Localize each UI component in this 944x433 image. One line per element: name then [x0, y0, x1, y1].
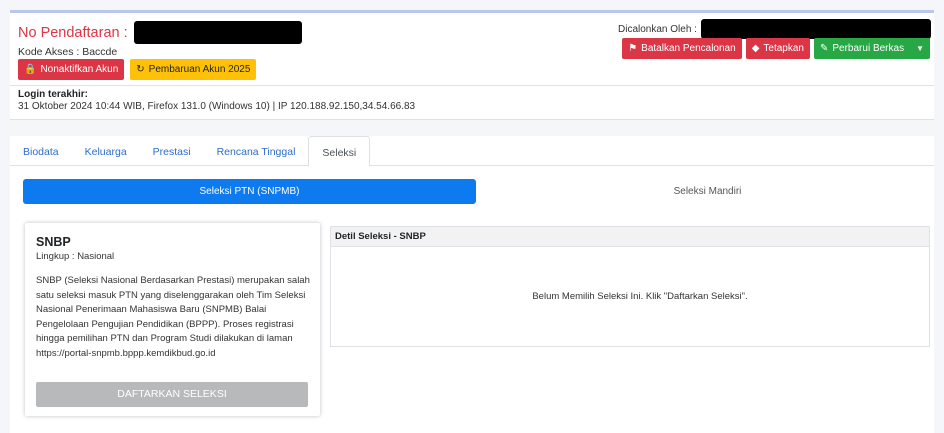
lock-icon: 🔒 — [24, 64, 37, 75]
caret-down-icon: ▼ — [916, 44, 924, 53]
account-actions: 🔒 Nonaktifkan Akun ↻ Pembaruan Akun 2025 — [18, 59, 257, 80]
main-tabs: Biodata Keluarga Prestasi Rencana Tingga… — [10, 136, 934, 167]
update-files-button[interactable]: ✎ Perbarui Berkas ▼ — [813, 38, 930, 59]
set-button[interactable]: ◆ Tetapkan — [745, 38, 810, 59]
registration-number-label: No Pendaftaran : — [18, 24, 128, 41]
redacted-registration-number — [133, 21, 302, 44]
snbp-scope: Lingkup : Nasional — [36, 251, 115, 262]
update-files-label: Perbarui Berkas — [832, 43, 905, 54]
tab-seleksi[interactable]: Seleksi — [308, 136, 371, 167]
last-login-title: Login terakhir: — [18, 89, 89, 100]
header-divider — [10, 85, 934, 86]
pencil-icon: ✎ — [819, 43, 829, 54]
registration-number-row: No Pendaftaran : — [18, 21, 302, 44]
update-account-label: Pembaruan Akun 2025 — [148, 64, 251, 75]
snbp-card: SNBP Lingkup : Nasional SNBP (Seleksi Na… — [25, 223, 320, 416]
deactivate-account-label: Nonaktifkan Akun — [40, 64, 119, 75]
tab-biodata[interactable]: Biodata — [10, 136, 72, 166]
tag-icon: ◆ — [751, 43, 760, 54]
snbp-title: SNBP — [36, 235, 71, 249]
cancel-nomination-button[interactable]: ⚑ Batalkan Pencalonan — [622, 38, 742, 59]
selection-detail-title: Detil Seleksi - SNBP — [331, 227, 929, 247]
sync-icon: ↻ — [136, 64, 145, 75]
registration-header: No Pendaftaran : Kode Akses : Baccde 🔒 N… — [10, 10, 934, 120]
student-detail-panel: Biodata Keluarga Prestasi Rencana Tingga… — [10, 136, 934, 433]
access-code-text: Kode Akses : Baccde — [18, 46, 118, 58]
selection-detail-message: Belum Memilih Seleksi Ini. Klik "Daftark… — [532, 291, 748, 302]
tab-keluarga[interactable]: Keluarga — [72, 136, 140, 166]
tab-rencana-tinggal[interactable]: Rencana Tinggal — [204, 136, 309, 166]
nomination-actions: ⚑ Batalkan Pencalonan ◆ Tetapkan ✎ Perba… — [622, 38, 930, 59]
tab-prestasi[interactable]: Prestasi — [140, 136, 204, 166]
nominated-by-label: Dicalonkan Oleh : — [618, 23, 697, 35]
tab-seleksi-ptn[interactable]: Seleksi PTN (SNPMB) — [23, 179, 476, 204]
snbp-description: SNBP (Seleksi Nasional Berdasarkan Prest… — [36, 275, 310, 359]
flag-icon: ⚑ — [628, 43, 638, 54]
register-selection-button[interactable]: DAFTARKAN SELEKSI — [36, 382, 308, 407]
last-login-info: 31 Oktober 2024 10:44 WIB, Firefox 131.0… — [18, 101, 416, 112]
selection-detail-card: Detil Seleksi - SNBP Belum Memilih Selek… — [330, 226, 930, 347]
set-label: Tetapkan — [763, 43, 804, 54]
nominated-by: Dicalonkan Oleh : — [618, 19, 931, 39]
cancel-nomination-label: Batalkan Pencalonan — [641, 43, 736, 54]
deactivate-account-button[interactable]: 🔒 Nonaktifkan Akun — [18, 59, 125, 80]
update-account-button[interactable]: ↻ Pembaruan Akun 2025 — [130, 59, 257, 80]
redacted-nominator — [700, 19, 931, 39]
tab-seleksi-mandiri[interactable]: Seleksi Mandiri — [490, 179, 925, 204]
